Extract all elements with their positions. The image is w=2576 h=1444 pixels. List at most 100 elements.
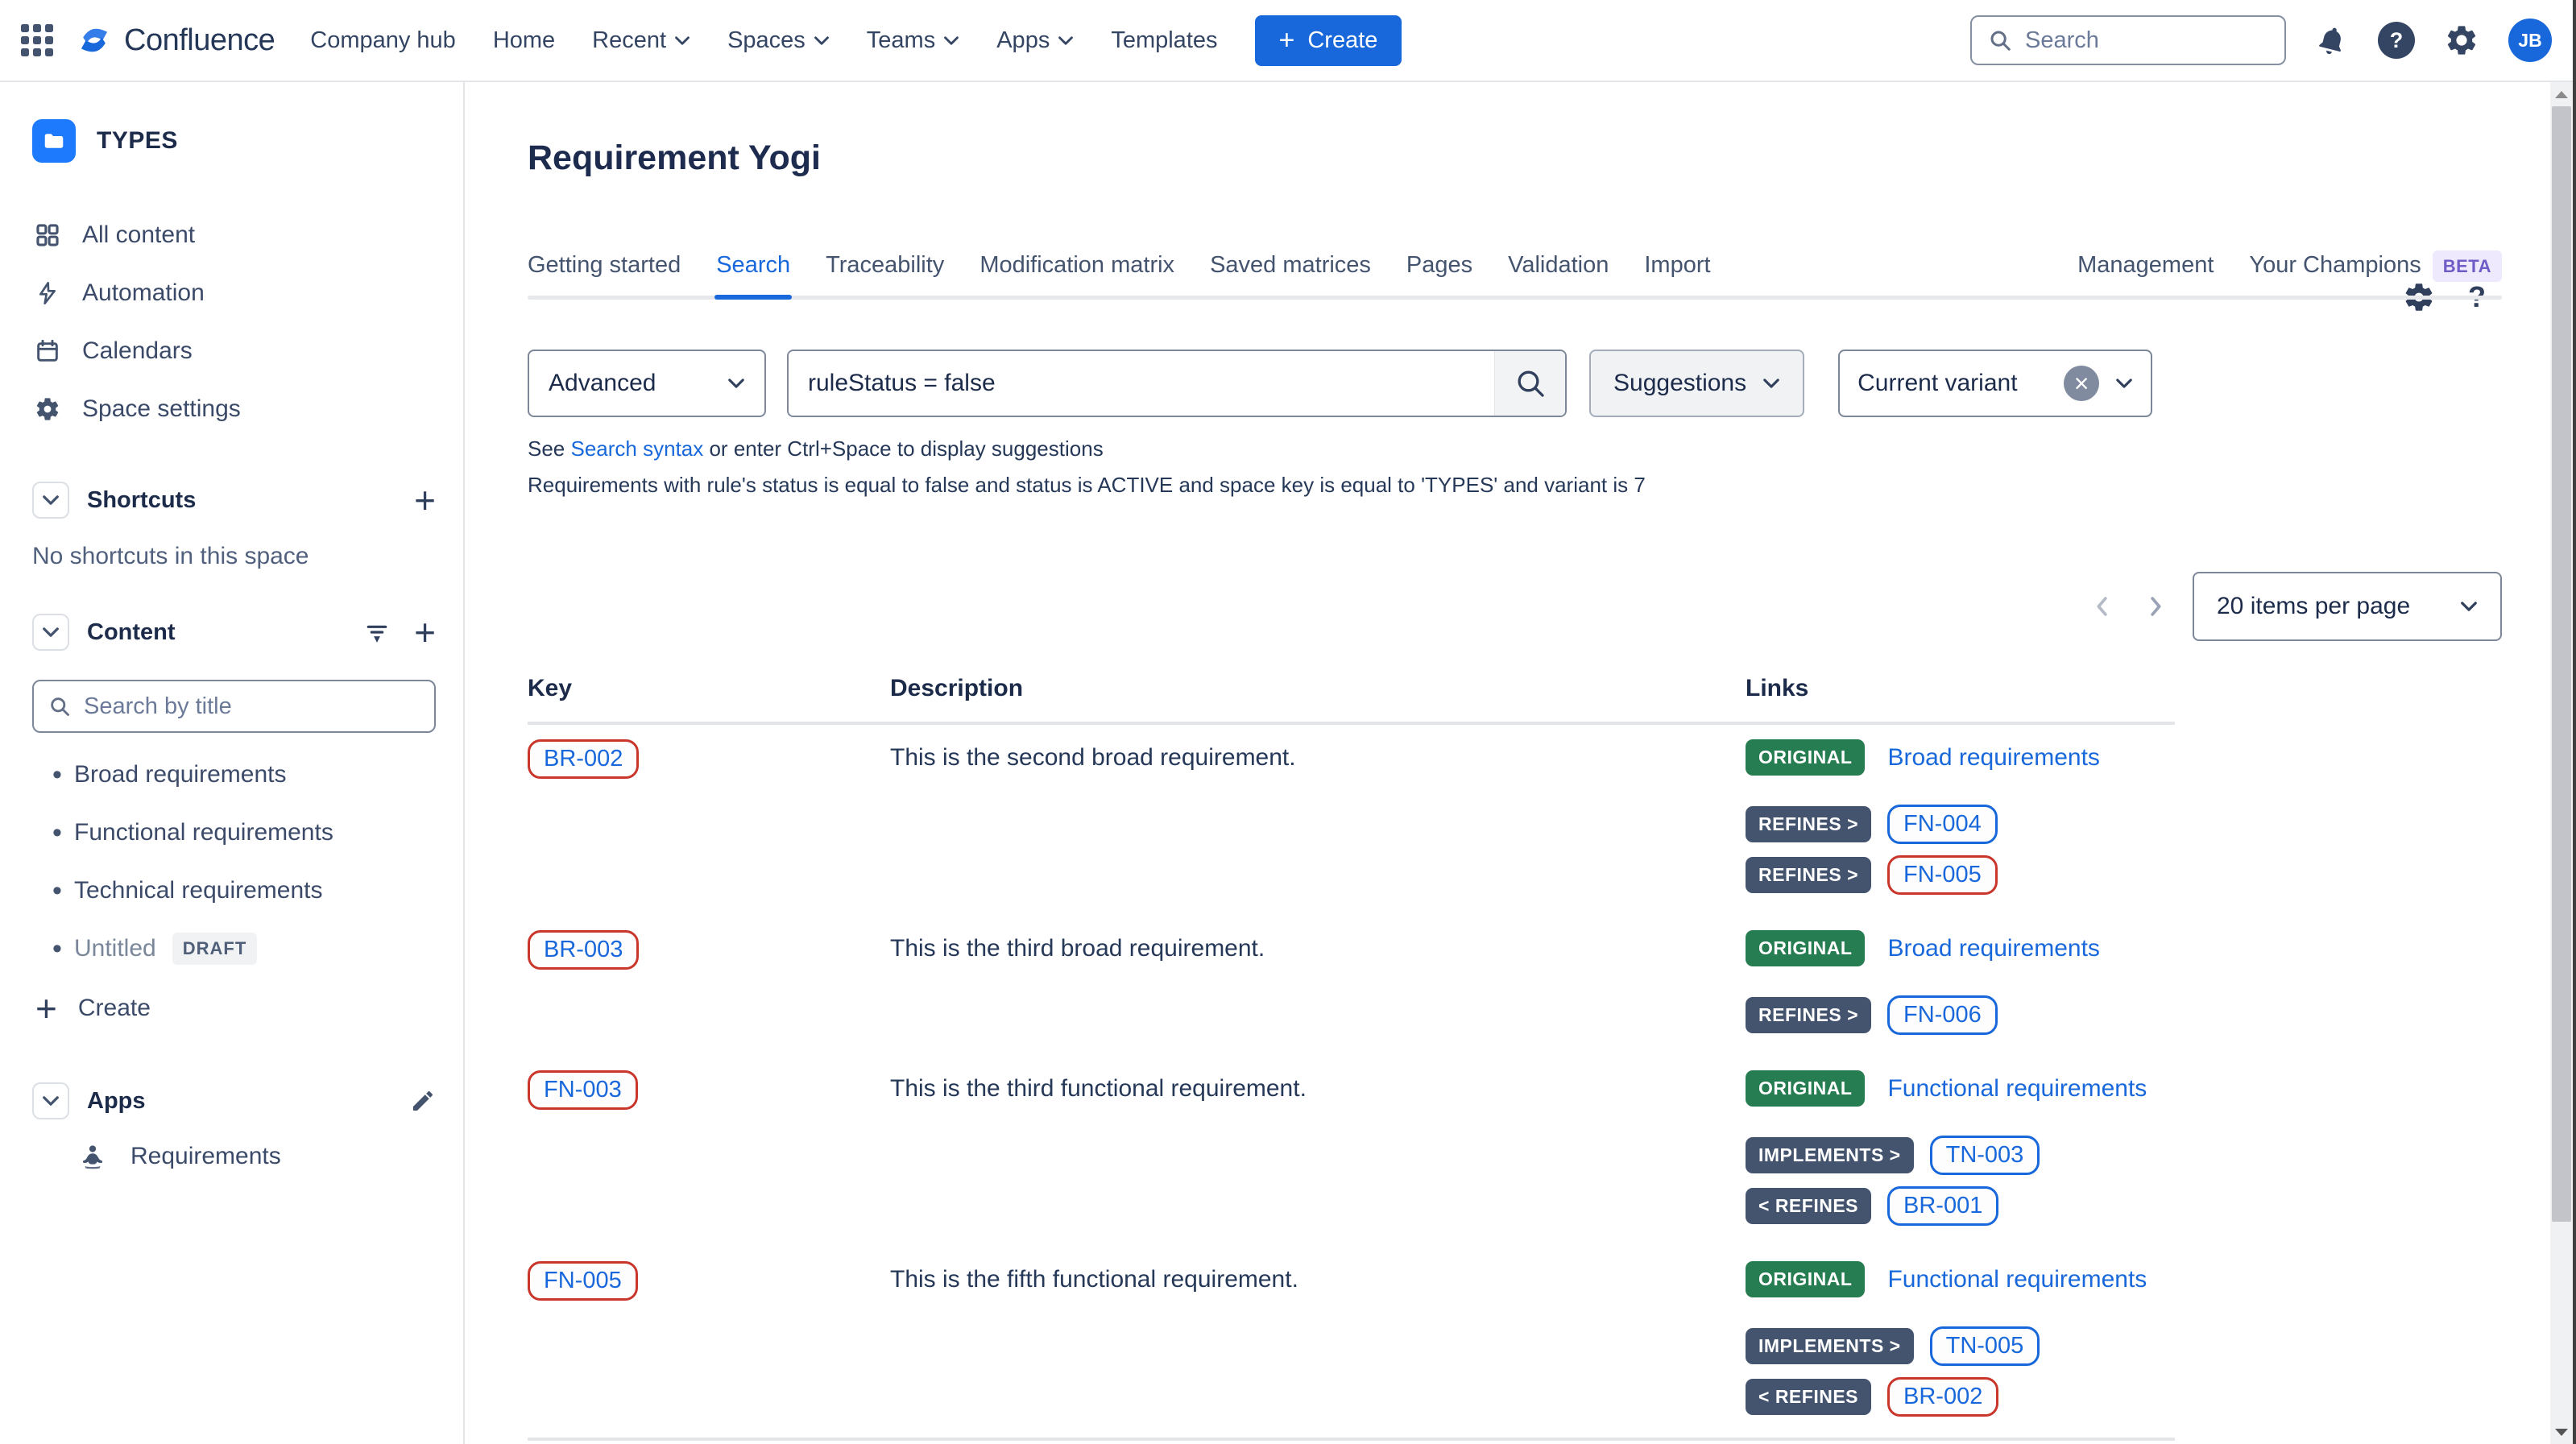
space-nav: All content Automation Calendars Space s… [32,206,436,438]
results-header: Key Description Links [528,675,2175,725]
relation-row: IMPLEMENTS > TN-003 [1746,1136,2175,1175]
main-content: Requirement Yogi ? Getting started Searc… [465,82,2576,1444]
content-search[interactable] [32,680,436,733]
sidebar-item-all-content[interactable]: All content [32,206,436,264]
sidebar-item-space-settings[interactable]: Space settings [32,380,436,438]
relation-target-pill[interactable]: TN-003 [1930,1136,2040,1175]
original-badge: ORIGINAL [1746,1261,1865,1297]
sidebar-item-requirements[interactable]: Requirements [32,1127,436,1185]
notifications-bell-icon[interactable] [2315,23,2349,57]
search-icon [1988,28,2012,52]
relations-list: IMPLEMENTS > TN-005 < REFINES BR-002 [1746,1326,2175,1417]
space-folder-icon [32,119,76,163]
tab-validation[interactable]: Validation [1508,252,1609,279]
content-tree-item-technical-requirements[interactable]: • Technical requirements [32,862,436,920]
avatar[interactable]: JB [2508,19,2552,62]
shortcuts-empty-note: No shortcuts in this space [32,543,436,570]
content-tree-item-broad-requirements[interactable]: • Broad requirements [32,746,436,804]
requirement-key-pill[interactable]: BR-003 [528,930,639,970]
edit-pencil-icon[interactable] [410,1088,436,1114]
relation-row: REFINES > FN-006 [1746,995,2175,1035]
origin-page-link[interactable]: Broad requirements [1887,744,2099,772]
space-header[interactable]: TYPES [32,119,436,163]
chevron-down-icon [674,35,690,46]
relation-target-pill[interactable]: TN-005 [1930,1326,2040,1366]
relation-target-pill[interactable]: BR-001 [1887,1186,1998,1226]
relation-target-pill[interactable]: FN-004 [1887,805,1998,844]
requirement-key-pill[interactable]: FN-005 [528,1261,638,1301]
add-shortcut-button[interactable]: + [414,486,436,515]
relation-type-badge: REFINES > [1746,997,1871,1033]
sidebar-item-calendars[interactable]: Calendars [32,322,436,380]
page-size-select[interactable]: 20 items per page [2193,572,2502,641]
vertical-scrollbar[interactable] [2550,82,2573,1444]
global-search[interactable] [1970,15,2286,65]
global-search-input[interactable] [2025,27,2268,54]
next-page-icon[interactable] [2141,593,2168,620]
requirement-key-pill[interactable]: BR-002 [528,739,639,779]
query-input[interactable] [789,351,1494,416]
scroll-up-icon[interactable] [2550,82,2573,106]
nav-item-teams[interactable]: Teams [867,27,959,54]
tab-modification-matrix[interactable]: Modification matrix [979,252,1174,279]
search-syntax-link[interactable]: Search syntax [571,437,704,461]
add-content-button[interactable]: + [414,618,436,647]
relation-target-pill[interactable]: BR-002 [1887,1377,1998,1417]
create-page-button[interactable]: + Create [32,978,436,1039]
tab-traceability[interactable]: Traceability [826,252,944,279]
relation-target-pill[interactable]: FN-005 [1887,855,1998,895]
requirement-key-pill[interactable]: FN-003 [528,1070,638,1110]
search-mode-select[interactable]: Advanced [528,350,766,417]
shortcuts-collapse-button[interactable] [32,482,69,519]
shortcuts-title: Shortcuts [87,487,196,514]
nav-item-company-hub[interactable]: Company hub [310,27,456,54]
help-icon[interactable]: ? [2378,22,2415,59]
bullet-icon: • [40,817,74,849]
tab-your-champions[interactable]: Your ChampionsBETA [2249,252,2502,279]
query-box [787,350,1567,417]
clear-variant-icon[interactable]: × [2064,366,2099,401]
tab-import[interactable]: Import [1644,252,1710,279]
tab-getting-started[interactable]: Getting started [528,252,681,279]
nav-item-recent[interactable]: Recent [592,27,690,54]
suggestions-button[interactable]: Suggestions [1589,350,1804,417]
requirement-description: This is the third broad requirement. [890,930,1746,1035]
filter-icon[interactable] [364,619,390,645]
scroll-down-icon[interactable] [2550,1420,2573,1444]
table-row: FN-003 This is the third functional requ… [528,1056,2175,1247]
plus-icon: + [35,994,57,1023]
nav-item-home[interactable]: Home [493,27,555,54]
relation-target-pill[interactable]: FN-006 [1887,995,1998,1035]
bullet-icon: • [40,875,74,907]
tab-management[interactable]: Management [2077,252,2214,279]
relation-type-badge: REFINES > [1746,857,1871,893]
origin-page-link[interactable]: Functional requirements [1887,1075,2147,1103]
tab-search[interactable]: Search [716,252,790,279]
app-switcher-icon[interactable] [21,24,53,56]
origin-page-link[interactable]: Functional requirements [1887,1266,2147,1293]
scrollbar-thumb[interactable] [2552,106,2571,1222]
nav-item-spaces[interactable]: Spaces [727,27,830,54]
apps-collapse-button[interactable] [32,1082,69,1119]
content-tree-item-functional-requirements[interactable]: • Functional requirements [32,804,436,862]
chevron-down-icon [1762,378,1780,389]
tab-pages[interactable]: Pages [1406,252,1472,279]
tab-saved-matrices[interactable]: Saved matrices [1210,252,1371,279]
prev-page-icon[interactable] [2089,593,2117,620]
create-button[interactable]: + Create [1255,15,1402,66]
variant-select[interactable]: Current variant × [1838,350,2152,417]
content-collapse-button[interactable] [32,614,69,651]
confluence-logo[interactable]: Confluence [76,22,275,59]
top-nav: Confluence Company hub Home Recent Space… [0,0,2576,82]
relations-list: REFINES > FN-004 REFINES > FN-005 [1746,805,2175,895]
run-search-button[interactable] [1494,351,1565,416]
content-tree-item-untitled[interactable]: • Untitled DRAFT [32,920,436,978]
nav-item-apps[interactable]: Apps [996,27,1074,54]
nav-item-templates[interactable]: Templates [1111,27,1217,54]
beta-badge: BETA [2433,250,2502,282]
sidebar-item-automation[interactable]: Automation [32,264,436,322]
settings-gear-icon[interactable] [2444,23,2479,58]
origin-page-link[interactable]: Broad requirements [1887,935,2099,962]
table-row: BR-002 This is the second broad requirem… [528,725,2175,916]
content-search-input[interactable] [84,693,420,720]
